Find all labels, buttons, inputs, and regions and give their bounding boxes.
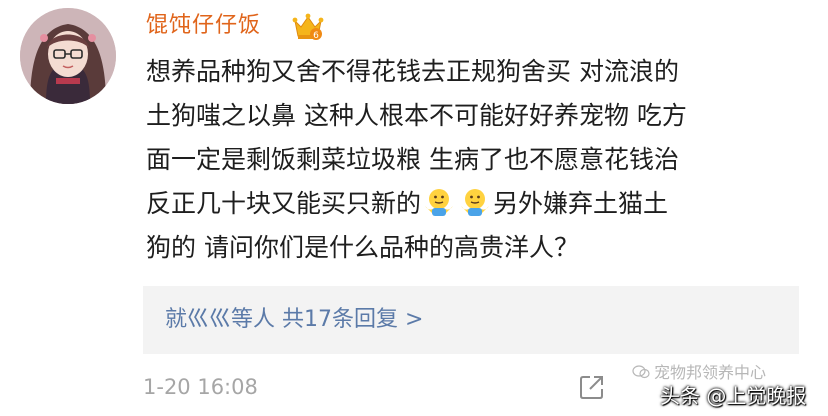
replies-preview[interactable]: 就巛巛等人 共17条回复 > (143, 286, 799, 354)
wechat-watermark: 宠物邦领养中心 (632, 362, 766, 384)
comment-line: 反正几十块又能买只新的 另外嫌弃土猫土 (146, 182, 806, 226)
avatar[interactable] (20, 8, 116, 104)
shrug-emoji-icon (459, 186, 491, 218)
comment-line-text: 反正几十块又能买只新的 (146, 189, 422, 218)
comment-line-text: 另外嫌弃土猫土 (493, 189, 669, 218)
avatar-illustration (20, 8, 116, 104)
share-icon[interactable] (578, 373, 606, 401)
toutiao-watermark: 头条 @上觉晚报 (660, 384, 807, 408)
view-replies-link[interactable]: 就巛巛等人 共17条回复 > (165, 286, 423, 354)
comment-line: 狗的 请问你们是什么品种的高贵洋人？ (146, 233, 579, 262)
shrug-emoji-icon (423, 186, 455, 218)
comment-line: 土狗嗤之以鼻 这种人根本不可能好好养宠物 吃方 (146, 101, 687, 130)
username[interactable]: 馄饨仔仔饭 (146, 8, 261, 44)
wechat-icon (632, 363, 650, 379)
comment-timestamp: 1-20 16:08 (143, 375, 258, 399)
comment-line: 想养品种狗又舍不得花钱去正规狗舍买 对流浪的 (146, 57, 679, 86)
wechat-watermark-text: 宠物邦领养中心 (654, 363, 767, 382)
comment-body: 想养品种狗又舍不得花钱去正规狗舍买 对流浪的 土狗嗤之以鼻 这种人根本不可能好好… (146, 50, 806, 270)
vip-crown-icon: 6 (292, 12, 324, 42)
comment-line: 面一定是剩饭剩菜垃圾粮 生病了也不愿意花钱治 (146, 145, 679, 174)
svg-text:6: 6 (313, 31, 319, 41)
